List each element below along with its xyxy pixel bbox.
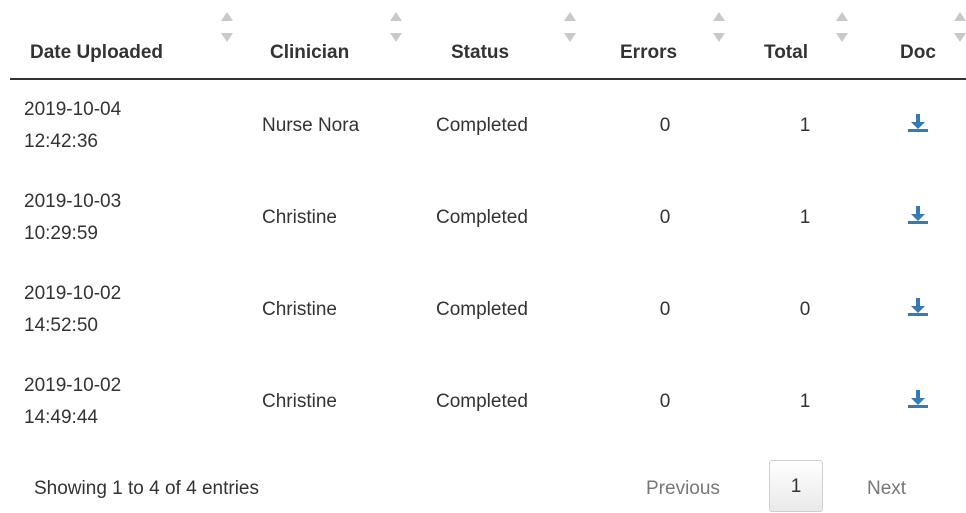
- column-label: Date Uploaded: [30, 42, 164, 63]
- status-cell: Completed: [436, 207, 528, 228]
- table-header-row: Date Uploaded Clinician Status Errors To…: [10, 0, 966, 80]
- doc-cell: [870, 356, 966, 448]
- pagination-previous-button[interactable]: Previous: [646, 478, 720, 500]
- clinician-cell: Christine: [262, 391, 337, 412]
- total-cell: 1: [799, 115, 811, 136]
- sort-icon[interactable]: [954, 12, 966, 42]
- download-icon[interactable]: [905, 296, 931, 318]
- clinician-cell: Christine: [262, 207, 337, 228]
- clinician-cell: Christine: [262, 299, 337, 320]
- doc-cell: [870, 172, 966, 264]
- column-header-total[interactable]: Total: [740, 0, 870, 80]
- date-uploaded-cell: 2019-10-02 14:49:44: [10, 356, 250, 448]
- total-cell: 0: [799, 299, 811, 320]
- doc-cell: [870, 264, 966, 356]
- pagination-next-button[interactable]: Next: [867, 478, 906, 500]
- errors-cell: 0: [659, 391, 671, 412]
- date-uploaded-cell: 2019-10-03 10:29:59: [10, 172, 250, 264]
- sort-icon[interactable]: [836, 12, 848, 42]
- column-header-date-uploaded[interactable]: Date Uploaded: [10, 0, 250, 80]
- time-text: 12:42:36: [24, 131, 98, 152]
- column-header-status[interactable]: Status: [430, 0, 590, 80]
- pagination-page-1-button[interactable]: 1: [769, 460, 823, 512]
- download-icon[interactable]: [905, 388, 931, 410]
- total-cell: 1: [799, 391, 811, 412]
- column-header-doc[interactable]: Doc: [870, 0, 966, 80]
- sort-icon[interactable]: [221, 12, 233, 42]
- table-row: 2019-10-02 14:52:50 Christine Completed 0…: [10, 264, 966, 356]
- time-text: 14:52:50: [24, 315, 98, 336]
- date-text: 2019-10-02: [24, 375, 122, 396]
- date-text: 2019-10-02: [24, 283, 122, 304]
- errors-cell: 0: [659, 115, 671, 136]
- column-label: Doc: [900, 42, 936, 63]
- date-uploaded-cell: 2019-10-02 14:52:50: [10, 264, 250, 356]
- date-uploaded-cell: 2019-10-04 12:42:36: [10, 79, 250, 172]
- column-header-errors[interactable]: Errors: [590, 0, 740, 80]
- column-label: Total: [764, 42, 808, 63]
- status-cell: Completed: [436, 391, 528, 412]
- sort-icon[interactable]: [564, 12, 576, 42]
- total-cell: 1: [799, 207, 811, 228]
- table-row: 2019-10-04 12:42:36 Nurse Nora Completed …: [10, 79, 966, 172]
- download-icon[interactable]: [905, 112, 931, 134]
- clinician-cell: Nurse Nora: [262, 115, 360, 136]
- table-info-text: Showing 1 to 4 of 4 entries: [34, 478, 259, 499]
- column-label: Clinician: [270, 42, 350, 63]
- sort-icon[interactable]: [390, 12, 402, 42]
- date-text: 2019-10-04: [24, 99, 122, 120]
- status-cell: Completed: [436, 115, 528, 136]
- column-header-clinician[interactable]: Clinician: [250, 0, 430, 80]
- uploads-table: Date Uploaded Clinician Status Errors To…: [10, 0, 966, 448]
- date-text: 2019-10-03: [24, 191, 122, 212]
- time-text: 10:29:59: [24, 223, 98, 244]
- table-row: 2019-10-02 14:49:44 Christine Completed 0…: [10, 356, 966, 448]
- time-text: 14:49:44: [24, 407, 98, 428]
- status-cell: Completed: [436, 299, 528, 320]
- column-label: Status: [451, 42, 510, 63]
- uploads-table-panel: Date Uploaded Clinician Status Errors To…: [0, 0, 966, 513]
- table-row: 2019-10-03 10:29:59 Christine Completed 0…: [10, 172, 966, 264]
- sort-icon[interactable]: [713, 12, 725, 42]
- column-label: Errors: [620, 42, 678, 63]
- errors-cell: 0: [659, 207, 671, 228]
- download-icon[interactable]: [905, 204, 931, 226]
- doc-cell: [870, 79, 966, 172]
- errors-cell: 0: [659, 299, 671, 320]
